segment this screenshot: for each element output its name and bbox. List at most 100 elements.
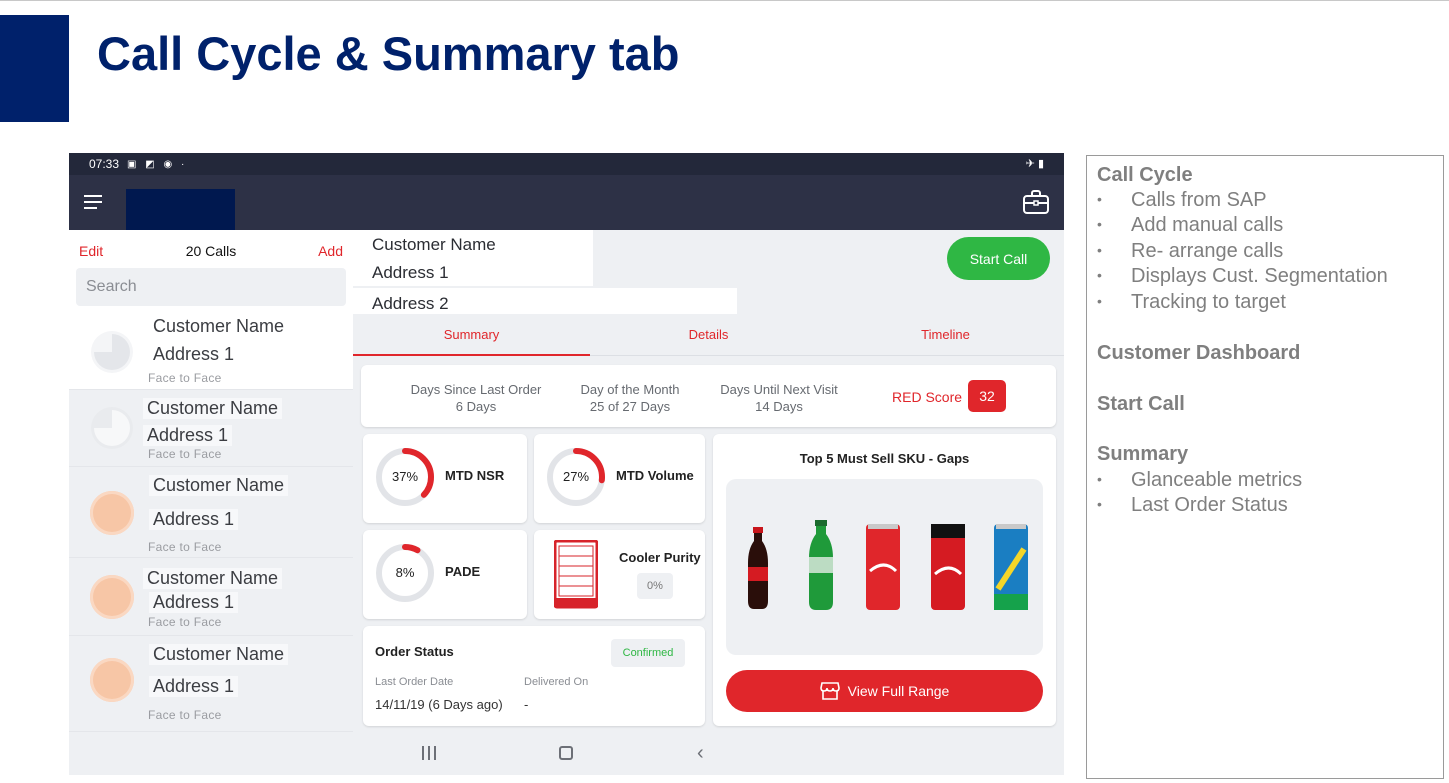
sku-product-panel — [726, 479, 1043, 655]
kpi-percent: 8% — [395, 565, 415, 580]
kpi-card-pade[interactable]: 8% PADE — [363, 530, 527, 619]
call-list-item[interactable]: Customer Name Address 1 Face to Face — [69, 390, 353, 467]
note-heading-call-cycle: Call Cycle — [1097, 164, 1193, 186]
call-customer-name: Customer Name — [143, 398, 283, 419]
top-rule — [0, 0, 1449, 1]
note-heading-summary: Summary — [1097, 443, 1189, 465]
metric-days-since-last-order: Days Since Last Order 6 Days — [406, 381, 546, 415]
metric-label: Days Since Last Order — [410, 382, 542, 397]
tab-details[interactable]: Details — [590, 314, 827, 356]
note-item: • Tracking to target — [1097, 291, 1286, 313]
call-type: Face to Face — [148, 447, 222, 461]
metric-value: 14 Days — [755, 399, 803, 414]
customer-header: Customer Name Address 1 Address 2 Start … — [353, 230, 1064, 315]
call-customer-address: Address 1 — [149, 344, 239, 365]
slide-title: Call Cycle & Summary tab — [97, 27, 680, 80]
app-bar — [69, 175, 1064, 230]
sprite-bottle-icon[interactable] — [809, 520, 833, 610]
call-type: Face to Face — [148, 371, 222, 385]
calls-count: 20 Calls — [185, 243, 237, 259]
store-icon — [819, 682, 840, 700]
metric-days-until-next-visit: Days Until Next Visit 14 Days — [709, 381, 849, 415]
kpi-name: MTD NSR — [445, 468, 505, 483]
progress-ring: 37% — [375, 447, 435, 507]
customer-address-2: Address 2 — [353, 288, 737, 315]
kpi-name: MTD Volume — [616, 468, 694, 483]
call-customer-name: Customer Name — [149, 644, 289, 665]
call-list-item[interactable]: Customer Name Address 1 Face to Face — [69, 636, 353, 732]
notification-icons: ▣ ◩ ◉ · — [127, 158, 188, 170]
coca-cola-bottle-icon[interactable] — [748, 527, 768, 609]
call-list-item[interactable]: Customer Name Address 1 Face to Face — [69, 558, 353, 636]
metric-value: 25 of 27 Days — [589, 399, 671, 414]
note-item: • Calls from SAP — [1097, 189, 1267, 211]
coca-cola-can-icon[interactable] — [866, 524, 900, 610]
coca-cola-zero-can-icon[interactable] — [931, 524, 965, 610]
call-customer-name: Customer Name — [149, 316, 289, 337]
last-order-date-value: 14/11/19 (6 Days ago) — [375, 697, 503, 712]
delivered-on-label: Delivered On — [524, 676, 589, 688]
call-list-header: Edit 20 Calls Add — [69, 230, 353, 310]
call-list-item[interactable]: Customer Name Address 1 Face to Face — [69, 310, 353, 390]
tab-bar: Summary Details Timeline — [353, 314, 1064, 356]
customer-name: Customer Name — [353, 230, 593, 258]
call-list-item[interactable]: Customer Name Address 1 Face to Face — [69, 467, 353, 558]
kpi-card-mtd-volume[interactable]: 27% MTD Volume — [534, 434, 705, 523]
call-customer-name: Customer Name — [143, 568, 283, 589]
order-status-card: Order Status Confirmed Last Order Date 1… — [363, 626, 705, 726]
android-nav-bar: ‹ — [69, 732, 1064, 775]
note-item: • Add manual calls — [1097, 214, 1284, 236]
metric-value: 6 Days — [455, 399, 497, 414]
sku-gaps-title: Top 5 Must Sell SKU - Gaps — [799, 451, 970, 466]
call-list-panel: Edit 20 Calls Add Customer Name Address … — [69, 230, 353, 732]
cooler-purity-card[interactable]: Cooler Purity 0% — [534, 530, 705, 619]
search-input[interactable] — [76, 268, 346, 306]
kpi-name: PADE — [445, 564, 481, 579]
note-item: • Glanceable metrics — [1097, 469, 1303, 491]
view-full-range-button[interactable]: View Full Range — [726, 670, 1043, 712]
red-score-label: RED Score — [892, 389, 963, 405]
note-heading-start-call: Start Call — [1097, 393, 1185, 415]
cooler-purity-label: Cooler Purity — [619, 550, 701, 565]
sprite-can-icon[interactable] — [994, 524, 1028, 610]
note-heading-customer-dashboard: Customer Dashboard — [1097, 342, 1301, 364]
status-bar: 07:33 ▣ ◩ ◉ · ✈ ▮ — [69, 153, 1064, 175]
segmentation-dot-icon — [90, 491, 134, 535]
segmentation-dot-icon — [90, 575, 134, 619]
kpi-percent: 37% — [391, 469, 419, 484]
status-time: 07:33 — [89, 157, 120, 171]
segmentation-pie-icon — [91, 407, 133, 449]
home-icon[interactable] — [559, 746, 573, 760]
add-button[interactable]: Add — [318, 243, 343, 259]
metric-label: Days Until Next Visit — [720, 382, 838, 397]
back-icon[interactable]: ‹ — [697, 742, 704, 765]
last-order-date-label: Last Order Date — [375, 676, 454, 688]
cooler-icon — [554, 540, 598, 609]
sku-gaps-card: Top 5 Must Sell SKU - Gaps View Full Ran… — [713, 434, 1056, 726]
call-type: Face to Face — [148, 540, 222, 554]
start-call-button[interactable]: Start Call — [947, 237, 1050, 280]
cooler-purity-value: 0% — [637, 573, 673, 599]
briefcase-icon[interactable] — [1022, 189, 1050, 215]
hamburger-icon[interactable] — [84, 195, 102, 209]
tab-timeline[interactable]: Timeline — [827, 314, 1064, 356]
segmentation-dot-icon — [90, 658, 134, 702]
call-customer-address: Address 1 — [149, 676, 239, 697]
tab-summary[interactable]: Summary — [353, 314, 590, 356]
call-type: Face to Face — [148, 615, 222, 629]
kpi-card-mtd-nsr[interactable]: 37% MTD NSR — [363, 434, 527, 523]
tablet-screenshot: 07:33 ▣ ◩ ◉ · ✈ ▮ Edit 20 Calls Add Cust… — [69, 153, 1064, 775]
customer-dashboard: Customer Name Address 1 Address 2 Start … — [353, 230, 1064, 732]
kpi-percent: 27% — [562, 469, 590, 484]
call-customer-name: Customer Name — [149, 475, 289, 496]
delivered-on-value: - — [524, 697, 529, 712]
metric-label: Day of the Month — [580, 382, 680, 397]
call-customer-address: Address 1 — [143, 425, 233, 446]
slide-accent-bar — [0, 15, 69, 122]
recents-icon[interactable] — [422, 746, 436, 760]
metric-day-of-month: Day of the Month 25 of 27 Days — [560, 381, 700, 415]
order-status-title: Order Status — [375, 644, 454, 659]
order-status-badge: Confirmed — [611, 639, 685, 667]
note-item: • Displays Cust. Segmentation — [1097, 265, 1388, 287]
app-logo — [126, 189, 235, 230]
